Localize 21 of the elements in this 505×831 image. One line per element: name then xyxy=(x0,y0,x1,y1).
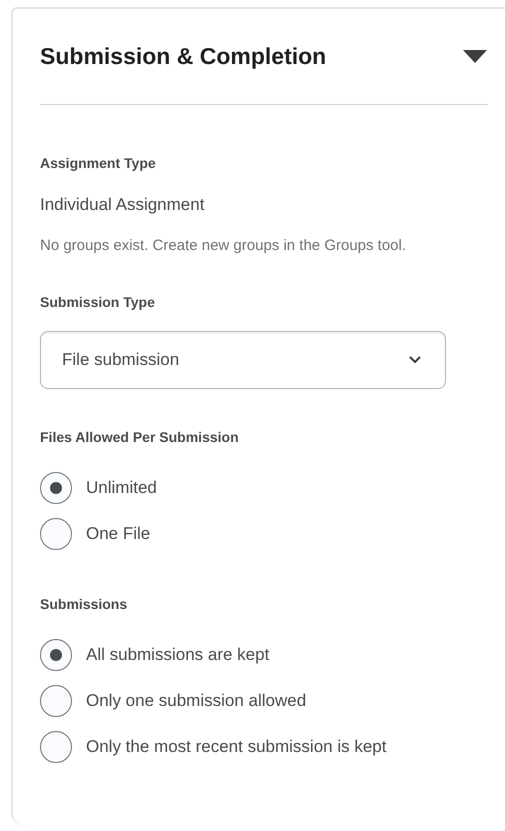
radio-button[interactable] xyxy=(40,685,72,717)
submission-type-select[interactable]: File submission xyxy=(40,331,446,389)
field-label: Submissions xyxy=(40,595,128,614)
field-label: Submission Type xyxy=(40,293,156,312)
radio-label: One File xyxy=(86,523,150,546)
radio-label: All submissions are kept xyxy=(86,644,270,666)
triangle-down-icon xyxy=(463,50,487,63)
field-label: Assignment Type xyxy=(40,154,157,173)
radio-button[interactable] xyxy=(40,639,72,671)
radio-button[interactable] xyxy=(40,731,72,763)
radio-label: Only one submission allowed xyxy=(86,690,306,712)
help-text: No groups exist. Create new groups in the Groups tool. xyxy=(40,236,408,256)
radio-label: Only the most recent submission is kept xyxy=(86,736,386,758)
assignment-type-value: Individual Assignment xyxy=(40,194,206,216)
radio-button[interactable] xyxy=(40,472,72,504)
chevron-down-icon xyxy=(409,356,421,364)
field-label: Files Allowed Per Submission xyxy=(40,428,240,447)
radio-button[interactable] xyxy=(40,518,72,550)
panel-title: Submission & Completion xyxy=(40,42,326,71)
collapse-toggle[interactable] xyxy=(462,48,488,64)
radio-label: Unlimited xyxy=(86,477,157,500)
